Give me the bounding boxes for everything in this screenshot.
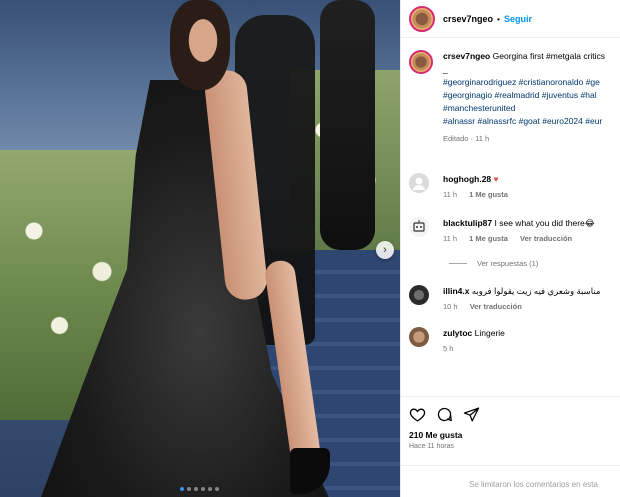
heart-emoji-icon: ♥: [493, 174, 499, 184]
hashtag-line[interactable]: #alnassr #alnassrfc #goat #euro2024 #eur: [443, 115, 609, 128]
carousel-dot: [194, 487, 198, 491]
comment-item: zulytoc Lingerie 5 h: [401, 327, 620, 355]
hashtag-line[interactable]: #georginagio #realmadrid #juventus #hal: [443, 89, 609, 102]
comment-body: مناسبة وشعري فيه زيت يقولوا فروبه: [471, 286, 601, 296]
carousel-dot: [208, 487, 212, 491]
next-slide-button[interactable]: ›: [376, 241, 394, 259]
post-header: crsev7ngeo • Seguir: [401, 0, 620, 38]
caption-meta: Editado · 11 h: [443, 134, 490, 143]
avatar[interactable]: [409, 285, 429, 305]
carousel-dot: [201, 487, 205, 491]
avatar[interactable]: [409, 173, 429, 193]
post-caption: crsev7ngeo Georgina first #metgala criti…: [401, 38, 620, 145]
comment-icon[interactable]: [436, 406, 453, 423]
post-timestamp: Hace 11 horas: [409, 443, 455, 450]
comment-text: hoghogh.28 ♥: [443, 173, 613, 185]
carousel-dot: [180, 487, 184, 491]
figure-head: [170, 0, 230, 90]
comment-username[interactable]: blacktulip87: [443, 218, 492, 228]
comment-time: 10 h: [443, 302, 458, 311]
comment-username[interactable]: illin4.x: [443, 286, 469, 296]
share-icon[interactable]: [463, 406, 480, 423]
action-icons: [409, 402, 613, 426]
comment-time: 11 h: [443, 190, 458, 199]
comment-meta: 11 h 1 Me gusta Ver traducción: [443, 233, 613, 245]
hashtag-line[interactable]: #manchesterunited: [443, 102, 609, 115]
post-sidebar: crsev7ngeo • Seguir crsev7ngeo Georgina …: [400, 0, 620, 497]
view-replies-label: Ver respuestas (1): [477, 259, 539, 268]
comment-username[interactable]: hoghogh.28: [443, 174, 491, 184]
comment-meta: 10 h Ver traducción: [443, 301, 613, 313]
chevron-right-icon: ›: [383, 244, 387, 256]
default-avatar-icon: [409, 173, 429, 193]
comment-item: blacktulip87 I see what you did there😂 1…: [401, 217, 620, 245]
comment-meta: 5 h: [443, 343, 613, 355]
comment-meta: 11 h 1 Me gusta: [443, 189, 613, 201]
comment-body: Lingerie: [474, 328, 505, 338]
carousel-indicator: [180, 487, 219, 491]
post-image[interactable]: ›: [0, 0, 400, 497]
comment-text: zulytoc Lingerie: [443, 327, 613, 339]
header-username[interactable]: crsev7ngeo: [443, 14, 493, 24]
like-count[interactable]: 210 Me gusta: [409, 430, 613, 440]
see-translation-link[interactable]: Ver traducción: [520, 234, 572, 243]
background-guest-2: [320, 0, 375, 250]
avatar[interactable]: [409, 50, 433, 74]
carousel-dot: [187, 487, 191, 491]
comment-time: 11 h: [443, 234, 458, 243]
avatar[interactable]: [409, 327, 429, 347]
caption-username[interactable]: crsev7ngeo: [443, 51, 490, 61]
view-replies-button[interactable]: Ver respuestas (1): [449, 259, 538, 268]
comment-item: hoghogh.28 ♥ 11 h 1 Me gusta: [401, 173, 620, 201]
caption-text: Georgina first #metgala critics: [492, 51, 606, 61]
comment-likes[interactable]: 1 Me gusta: [469, 234, 508, 243]
avatar[interactable]: [409, 5, 435, 32]
follow-button[interactable]: Seguir: [504, 14, 532, 24]
separator-dot: •: [497, 13, 501, 24]
caption-line-1: crsev7ngeo Georgina first #metgala criti…: [443, 50, 609, 63]
robot-avatar-icon: [413, 220, 425, 232]
hashtag-line[interactable]: #georginarodriguez #cristianoronaldo #ge: [443, 76, 609, 89]
avatar[interactable]: [409, 217, 429, 237]
comments-restricted-notice: Se limitaron los comentarios en esta: [401, 465, 620, 497]
see-translation-link[interactable]: Ver traducción: [470, 302, 522, 311]
comment-item: illin4.x مناسبة وشعري فيه زيت يقولوا فرو…: [401, 285, 620, 313]
instagram-post-viewer: › crsev7ngeo • Seguir crsev7ngeo Georgin…: [0, 0, 620, 497]
carousel-dot: [215, 487, 219, 491]
heart-icon[interactable]: [409, 406, 426, 423]
caption-separator: _: [443, 64, 448, 74]
replies-line: [449, 263, 467, 264]
comment-body: I see what you did there😂: [494, 218, 595, 228]
comment-text: blacktulip87 I see what you did there😂: [443, 217, 613, 229]
comment-time: 5 h: [443, 344, 454, 353]
comment-text: illin4.x مناسبة وشعري فيه زيت يقولوا فرو…: [443, 285, 613, 297]
comment-likes[interactable]: 1 Me gusta: [469, 190, 508, 199]
post-actions: 210 Me gusta Hace 11 horas: [401, 396, 620, 450]
comment-username[interactable]: zulytoc: [443, 328, 472, 338]
